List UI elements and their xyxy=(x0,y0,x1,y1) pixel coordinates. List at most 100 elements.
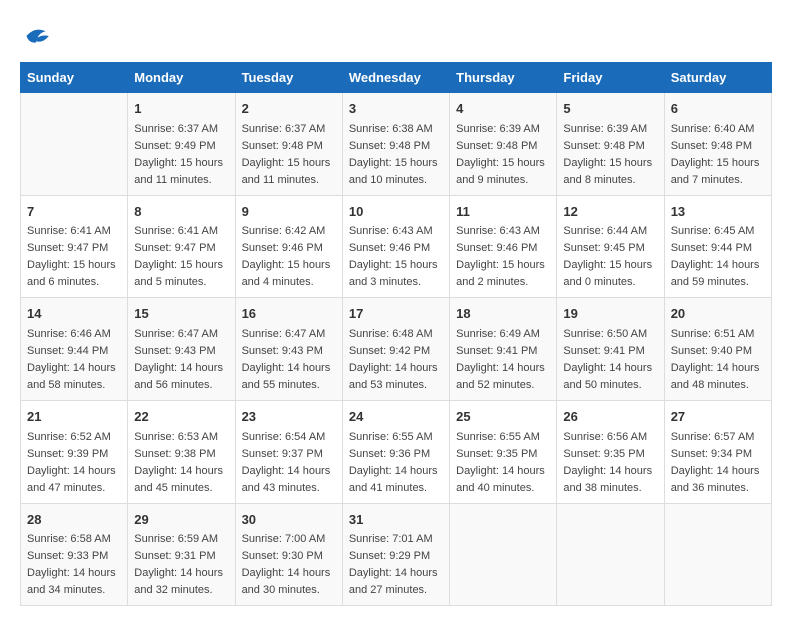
calendar-week-row: 21Sunrise: 6:52 AMSunset: 9:39 PMDayligh… xyxy=(21,401,772,504)
day-info: Sunrise: 6:58 AMSunset: 9:33 PMDaylight:… xyxy=(27,531,121,599)
calendar-cell: 27Sunrise: 6:57 AMSunset: 9:34 PMDayligh… xyxy=(664,401,771,504)
calendar-cell: 7Sunrise: 6:41 AMSunset: 9:47 PMDaylight… xyxy=(21,195,128,298)
day-number: 31 xyxy=(349,510,443,530)
calendar-cell: 2Sunrise: 6:37 AMSunset: 9:48 PMDaylight… xyxy=(235,93,342,196)
day-info: Sunrise: 6:56 AMSunset: 9:35 PMDaylight:… xyxy=(563,429,657,497)
day-info: Sunrise: 6:53 AMSunset: 9:38 PMDaylight:… xyxy=(134,429,228,497)
calendar-cell: 21Sunrise: 6:52 AMSunset: 9:39 PMDayligh… xyxy=(21,401,128,504)
calendar-cell: 6Sunrise: 6:40 AMSunset: 9:48 PMDaylight… xyxy=(664,93,771,196)
day-number: 9 xyxy=(242,202,336,222)
day-info: Sunrise: 6:41 AMSunset: 9:47 PMDaylight:… xyxy=(27,223,121,291)
day-info: Sunrise: 6:42 AMSunset: 9:46 PMDaylight:… xyxy=(242,223,336,291)
day-number: 15 xyxy=(134,304,228,324)
day-info: Sunrise: 6:39 AMSunset: 9:48 PMDaylight:… xyxy=(456,121,550,189)
calendar-cell: 11Sunrise: 6:43 AMSunset: 9:46 PMDayligh… xyxy=(450,195,557,298)
day-number: 22 xyxy=(134,407,228,427)
day-info: Sunrise: 6:38 AMSunset: 9:48 PMDaylight:… xyxy=(349,121,443,189)
calendar-cell: 3Sunrise: 6:38 AMSunset: 9:48 PMDaylight… xyxy=(342,93,449,196)
day-info: Sunrise: 6:57 AMSunset: 9:34 PMDaylight:… xyxy=(671,429,765,497)
header-thursday: Thursday xyxy=(450,63,557,93)
calendar-cell: 29Sunrise: 6:59 AMSunset: 9:31 PMDayligh… xyxy=(128,503,235,606)
day-info: Sunrise: 6:49 AMSunset: 9:41 PMDaylight:… xyxy=(456,326,550,394)
day-number: 30 xyxy=(242,510,336,530)
calendar-cell: 24Sunrise: 6:55 AMSunset: 9:36 PMDayligh… xyxy=(342,401,449,504)
header-sunday: Sunday xyxy=(21,63,128,93)
calendar-cell: 19Sunrise: 6:50 AMSunset: 9:41 PMDayligh… xyxy=(557,298,664,401)
day-number: 3 xyxy=(349,99,443,119)
calendar-cell: 18Sunrise: 6:49 AMSunset: 9:41 PMDayligh… xyxy=(450,298,557,401)
header-monday: Monday xyxy=(128,63,235,93)
day-number: 16 xyxy=(242,304,336,324)
day-info: Sunrise: 6:54 AMSunset: 9:37 PMDaylight:… xyxy=(242,429,336,497)
calendar-cell: 22Sunrise: 6:53 AMSunset: 9:38 PMDayligh… xyxy=(128,401,235,504)
calendar-cell: 31Sunrise: 7:01 AMSunset: 9:29 PMDayligh… xyxy=(342,503,449,606)
calendar-cell: 20Sunrise: 6:51 AMSunset: 9:40 PMDayligh… xyxy=(664,298,771,401)
header-tuesday: Tuesday xyxy=(235,63,342,93)
day-number: 18 xyxy=(456,304,550,324)
day-info: Sunrise: 6:52 AMSunset: 9:39 PMDaylight:… xyxy=(27,429,121,497)
day-info: Sunrise: 6:50 AMSunset: 9:41 PMDaylight:… xyxy=(563,326,657,394)
calendar-cell: 30Sunrise: 7:00 AMSunset: 9:30 PMDayligh… xyxy=(235,503,342,606)
day-number: 4 xyxy=(456,99,550,119)
day-number: 13 xyxy=(671,202,765,222)
day-number: 14 xyxy=(27,304,121,324)
day-number: 25 xyxy=(456,407,550,427)
logo xyxy=(20,20,58,52)
calendar-table: SundayMondayTuesdayWednesdayThursdayFrid… xyxy=(20,62,772,606)
calendar-week-row: 14Sunrise: 6:46 AMSunset: 9:44 PMDayligh… xyxy=(21,298,772,401)
calendar-cell: 10Sunrise: 6:43 AMSunset: 9:46 PMDayligh… xyxy=(342,195,449,298)
header-friday: Friday xyxy=(557,63,664,93)
logo-icon xyxy=(20,20,52,52)
day-number: 19 xyxy=(563,304,657,324)
day-number: 24 xyxy=(349,407,443,427)
day-info: Sunrise: 6:39 AMSunset: 9:48 PMDaylight:… xyxy=(563,121,657,189)
day-info: Sunrise: 6:37 AMSunset: 9:49 PMDaylight:… xyxy=(134,121,228,189)
day-info: Sunrise: 6:41 AMSunset: 9:47 PMDaylight:… xyxy=(134,223,228,291)
day-info: Sunrise: 6:44 AMSunset: 9:45 PMDaylight:… xyxy=(563,223,657,291)
calendar-cell: 1Sunrise: 6:37 AMSunset: 9:49 PMDaylight… xyxy=(128,93,235,196)
day-info: Sunrise: 6:45 AMSunset: 9:44 PMDaylight:… xyxy=(671,223,765,291)
day-number: 29 xyxy=(134,510,228,530)
day-info: Sunrise: 7:00 AMSunset: 9:30 PMDaylight:… xyxy=(242,531,336,599)
page-header xyxy=(20,20,772,52)
calendar-cell: 9Sunrise: 6:42 AMSunset: 9:46 PMDaylight… xyxy=(235,195,342,298)
day-info: Sunrise: 6:40 AMSunset: 9:48 PMDaylight:… xyxy=(671,121,765,189)
day-info: Sunrise: 6:55 AMSunset: 9:36 PMDaylight:… xyxy=(349,429,443,497)
header-saturday: Saturday xyxy=(664,63,771,93)
calendar-cell: 8Sunrise: 6:41 AMSunset: 9:47 PMDaylight… xyxy=(128,195,235,298)
day-number: 1 xyxy=(134,99,228,119)
day-number: 8 xyxy=(134,202,228,222)
calendar-cell: 4Sunrise: 6:39 AMSunset: 9:48 PMDaylight… xyxy=(450,93,557,196)
day-number: 28 xyxy=(27,510,121,530)
calendar-cell xyxy=(21,93,128,196)
day-number: 2 xyxy=(242,99,336,119)
day-info: Sunrise: 6:48 AMSunset: 9:42 PMDaylight:… xyxy=(349,326,443,394)
day-number: 11 xyxy=(456,202,550,222)
calendar-header-row: SundayMondayTuesdayWednesdayThursdayFrid… xyxy=(21,63,772,93)
day-info: Sunrise: 7:01 AMSunset: 9:29 PMDaylight:… xyxy=(349,531,443,599)
calendar-cell: 26Sunrise: 6:56 AMSunset: 9:35 PMDayligh… xyxy=(557,401,664,504)
day-info: Sunrise: 6:37 AMSunset: 9:48 PMDaylight:… xyxy=(242,121,336,189)
calendar-cell: 15Sunrise: 6:47 AMSunset: 9:43 PMDayligh… xyxy=(128,298,235,401)
calendar-cell xyxy=(557,503,664,606)
calendar-week-row: 28Sunrise: 6:58 AMSunset: 9:33 PMDayligh… xyxy=(21,503,772,606)
day-info: Sunrise: 6:46 AMSunset: 9:44 PMDaylight:… xyxy=(27,326,121,394)
day-number: 12 xyxy=(563,202,657,222)
calendar-cell: 23Sunrise: 6:54 AMSunset: 9:37 PMDayligh… xyxy=(235,401,342,504)
calendar-cell: 14Sunrise: 6:46 AMSunset: 9:44 PMDayligh… xyxy=(21,298,128,401)
day-number: 23 xyxy=(242,407,336,427)
calendar-cell xyxy=(450,503,557,606)
calendar-cell: 5Sunrise: 6:39 AMSunset: 9:48 PMDaylight… xyxy=(557,93,664,196)
day-number: 7 xyxy=(27,202,121,222)
day-number: 5 xyxy=(563,99,657,119)
day-info: Sunrise: 6:43 AMSunset: 9:46 PMDaylight:… xyxy=(456,223,550,291)
day-number: 20 xyxy=(671,304,765,324)
day-info: Sunrise: 6:51 AMSunset: 9:40 PMDaylight:… xyxy=(671,326,765,394)
calendar-week-row: 1Sunrise: 6:37 AMSunset: 9:49 PMDaylight… xyxy=(21,93,772,196)
day-info: Sunrise: 6:55 AMSunset: 9:35 PMDaylight:… xyxy=(456,429,550,497)
calendar-cell: 28Sunrise: 6:58 AMSunset: 9:33 PMDayligh… xyxy=(21,503,128,606)
day-info: Sunrise: 6:59 AMSunset: 9:31 PMDaylight:… xyxy=(134,531,228,599)
calendar-week-row: 7Sunrise: 6:41 AMSunset: 9:47 PMDaylight… xyxy=(21,195,772,298)
header-wednesday: Wednesday xyxy=(342,63,449,93)
day-number: 21 xyxy=(27,407,121,427)
